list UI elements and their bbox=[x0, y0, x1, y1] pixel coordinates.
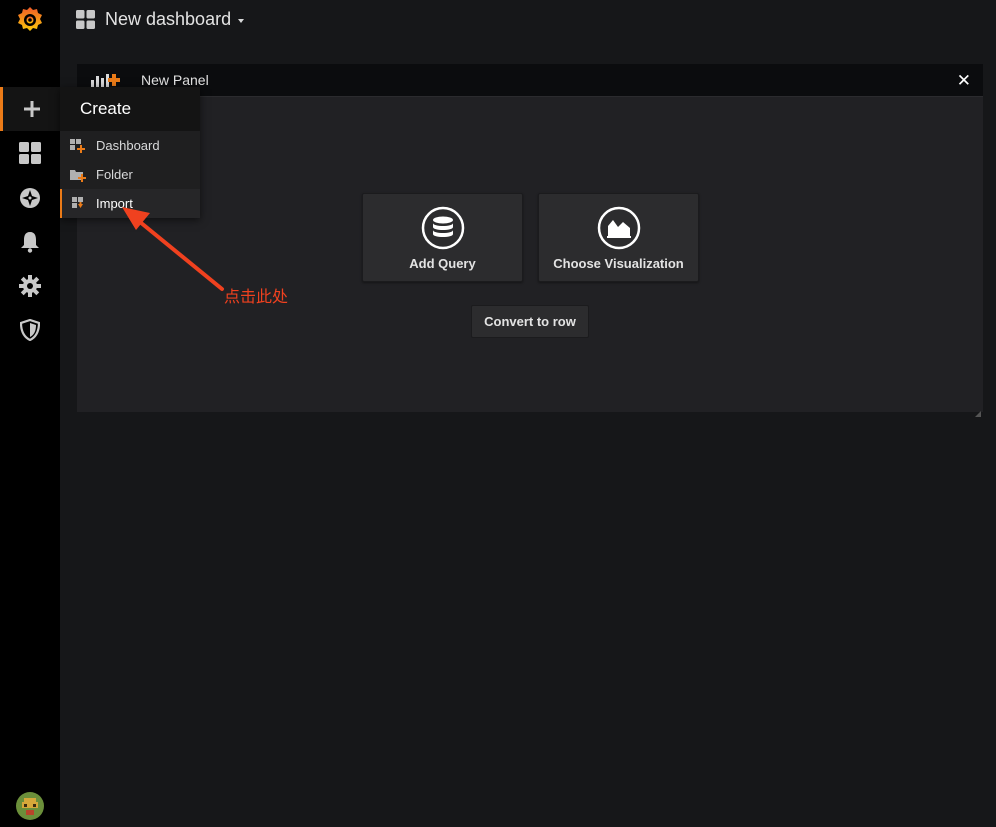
create-menu-item-label: Import bbox=[96, 196, 133, 211]
close-icon[interactable]: ✕ bbox=[957, 72, 971, 89]
sidebar-item-configuration[interactable] bbox=[0, 264, 60, 308]
create-menu-header[interactable]: Create bbox=[60, 87, 200, 131]
database-icon bbox=[421, 206, 465, 250]
create-menu-item-dashboard[interactable]: Dashboard bbox=[60, 131, 200, 160]
create-menu: Create Dashboard Folder Import bbox=[60, 87, 200, 218]
panel-title: New Panel bbox=[141, 72, 209, 88]
panel-header: New Panel ✕ bbox=[77, 64, 983, 97]
sidebar bbox=[0, 0, 60, 827]
shield-icon bbox=[20, 319, 40, 341]
sidebar-item-server-admin[interactable] bbox=[0, 308, 60, 352]
dashboard-grid-icon bbox=[76, 10, 95, 34]
compass-icon bbox=[19, 187, 41, 209]
area-chart-icon bbox=[597, 206, 641, 250]
gear-icon bbox=[19, 275, 41, 297]
dashboard-add-icon bbox=[70, 138, 86, 153]
add-query-button[interactable]: Add Query bbox=[362, 193, 523, 282]
create-menu-item-label: Dashboard bbox=[96, 138, 160, 153]
choose-visualization-label: Choose Visualization bbox=[553, 256, 684, 271]
sidebar-item-explore[interactable] bbox=[0, 176, 60, 220]
create-menu-item-import[interactable]: Import bbox=[60, 189, 200, 218]
grafana-logo-icon[interactable] bbox=[14, 4, 46, 36]
resize-handle-icon[interactable] bbox=[975, 404, 981, 417]
create-menu-item-label: Folder bbox=[96, 167, 133, 182]
sidebar-item-alerting[interactable] bbox=[0, 220, 60, 264]
dashboard-grid-icon bbox=[19, 142, 41, 164]
folder-add-icon bbox=[70, 168, 86, 182]
bell-icon bbox=[20, 231, 40, 253]
chevron-down-icon[interactable] bbox=[238, 19, 244, 23]
sidebar-item-create[interactable] bbox=[0, 87, 60, 131]
user-avatar[interactable] bbox=[16, 792, 44, 820]
convert-to-row-button[interactable]: Convert to row bbox=[471, 305, 589, 338]
sidebar-item-dashboards[interactable] bbox=[0, 131, 60, 175]
annotation-text: 点击此处 bbox=[224, 287, 289, 306]
new-panel: New Panel ✕ Add Query Choose Visualizati… bbox=[77, 64, 983, 417]
import-icon bbox=[70, 196, 86, 211]
choose-visualization-button[interactable]: Choose Visualization bbox=[538, 193, 699, 282]
plus-icon bbox=[23, 100, 41, 118]
add-query-label: Add Query bbox=[409, 256, 476, 271]
create-menu-item-folder[interactable]: Folder bbox=[60, 160, 200, 189]
dashboard-title[interactable]: New dashboard bbox=[105, 9, 231, 30]
navbar: New dashboard bbox=[60, 0, 996, 40]
